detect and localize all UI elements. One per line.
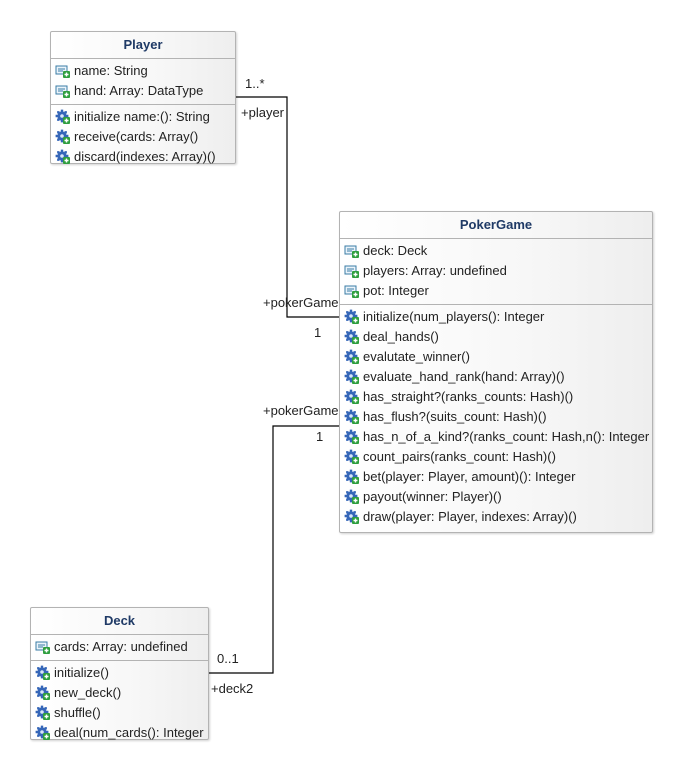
operation-row[interactable]: evalutate_winner() xyxy=(340,347,652,367)
operation-icon xyxy=(344,329,360,345)
operation-icon xyxy=(55,129,71,145)
operation-icon xyxy=(344,349,360,365)
class-deck-title: Deck xyxy=(31,608,208,635)
pokergame-role-label: +pokerGame xyxy=(263,295,339,310)
pokergame-role-label-2: +pokerGame xyxy=(263,403,339,418)
operation-icon xyxy=(35,685,51,701)
operation-row[interactable]: deal_hands() xyxy=(340,327,652,347)
operation-icon xyxy=(55,109,71,125)
attribute-row[interactable]: pot: Integer xyxy=(340,281,652,301)
attribute-icon xyxy=(344,243,360,259)
deck-role-label: +deck2 xyxy=(211,681,254,696)
operation-row[interactable]: shuffle() xyxy=(31,703,208,723)
association-player-pokergame[interactable] xyxy=(236,96,339,318)
attribute-icon xyxy=(55,63,71,79)
operation-row[interactable]: draw(player: Player, indexes: Array)() xyxy=(340,507,652,527)
operation-row[interactable]: discard(indexes: Array)() xyxy=(51,147,235,167)
class-player-title: Player xyxy=(51,32,235,59)
class-pokergame[interactable]: PokerGame deck: Deck players: Array: und… xyxy=(339,211,653,533)
player-role-label: +player xyxy=(241,105,284,120)
player-multiplicity-label: 1..* xyxy=(245,76,265,91)
operation-row[interactable]: has_n_of_a_kind?(ranks_count: Hash,n(): … xyxy=(340,427,652,447)
operation-icon xyxy=(344,389,360,405)
operation-row[interactable]: has_flush?(suits_count: Hash)() xyxy=(340,407,652,427)
operation-icon xyxy=(344,369,360,385)
attribute-icon xyxy=(344,283,360,299)
class-pokergame-title: PokerGame xyxy=(340,212,652,239)
pokergame-multiplicity-label: 1 xyxy=(314,325,322,340)
class-deck-operations: initialize() new_deck() shuffle() deal(n… xyxy=(31,660,208,746)
attribute-row[interactable]: deck: Deck xyxy=(340,241,652,261)
operation-icon xyxy=(344,469,360,485)
operation-icon xyxy=(344,509,360,525)
operation-icon xyxy=(35,725,51,741)
operation-row[interactable]: new_deck() xyxy=(31,683,208,703)
operation-row[interactable]: initialize name:(): String xyxy=(51,107,235,127)
operation-row[interactable]: payout(winner: Player)() xyxy=(340,487,652,507)
deck-multiplicity-label: 0..1 xyxy=(217,651,239,666)
operation-row[interactable]: count_pairs(ranks_count: Hash)() xyxy=(340,447,652,467)
attribute-icon xyxy=(344,263,360,279)
attribute-row[interactable]: cards: Array: undefined xyxy=(31,637,208,657)
operation-icon xyxy=(344,409,360,425)
operation-icon xyxy=(344,449,360,465)
operation-row[interactable]: initialize() xyxy=(31,663,208,683)
attribute-row[interactable]: name: String xyxy=(51,61,235,81)
operation-icon xyxy=(35,705,51,721)
attribute-row[interactable]: players: Array: undefined xyxy=(340,261,652,281)
operation-icon xyxy=(35,665,51,681)
operation-icon xyxy=(344,309,360,325)
class-player-operations: initialize name:(): String receive(cards… xyxy=(51,104,235,170)
operation-row[interactable]: initialize(num_players(): Integer xyxy=(340,307,652,327)
operation-icon xyxy=(344,429,360,445)
operation-row[interactable]: evaluate_hand_rank(hand: Array)() xyxy=(340,367,652,387)
attribute-icon xyxy=(55,83,71,99)
class-deck-attributes: cards: Array: undefined xyxy=(31,635,208,660)
class-player-attributes: name: String hand: Array: DataType xyxy=(51,59,235,104)
operation-row[interactable]: bet(player: Player, amount)(): Integer xyxy=(340,467,652,487)
attribute-row[interactable]: hand: Array: DataType xyxy=(51,81,235,101)
class-pokergame-attributes: deck: Deck players: Array: undefined pot… xyxy=(340,239,652,304)
operation-row[interactable]: has_straight?(ranks_counts: Hash)() xyxy=(340,387,652,407)
class-deck[interactable]: Deck cards: Array: undefined initialize(… xyxy=(30,607,209,740)
attribute-icon xyxy=(35,639,51,655)
class-pokergame-operations: initialize(num_players(): Integer deal_h… xyxy=(340,304,652,530)
operation-row[interactable]: deal(num_cards(): Integer xyxy=(31,723,208,743)
operation-icon xyxy=(344,489,360,505)
association-deck-pokergame[interactable] xyxy=(209,425,339,674)
pokergame-multiplicity-label-2: 1 xyxy=(316,429,324,444)
class-player[interactable]: Player name: String hand: Array: DataTyp… xyxy=(50,31,236,164)
operation-icon xyxy=(55,149,71,165)
operation-row[interactable]: receive(cards: Array() xyxy=(51,127,235,147)
